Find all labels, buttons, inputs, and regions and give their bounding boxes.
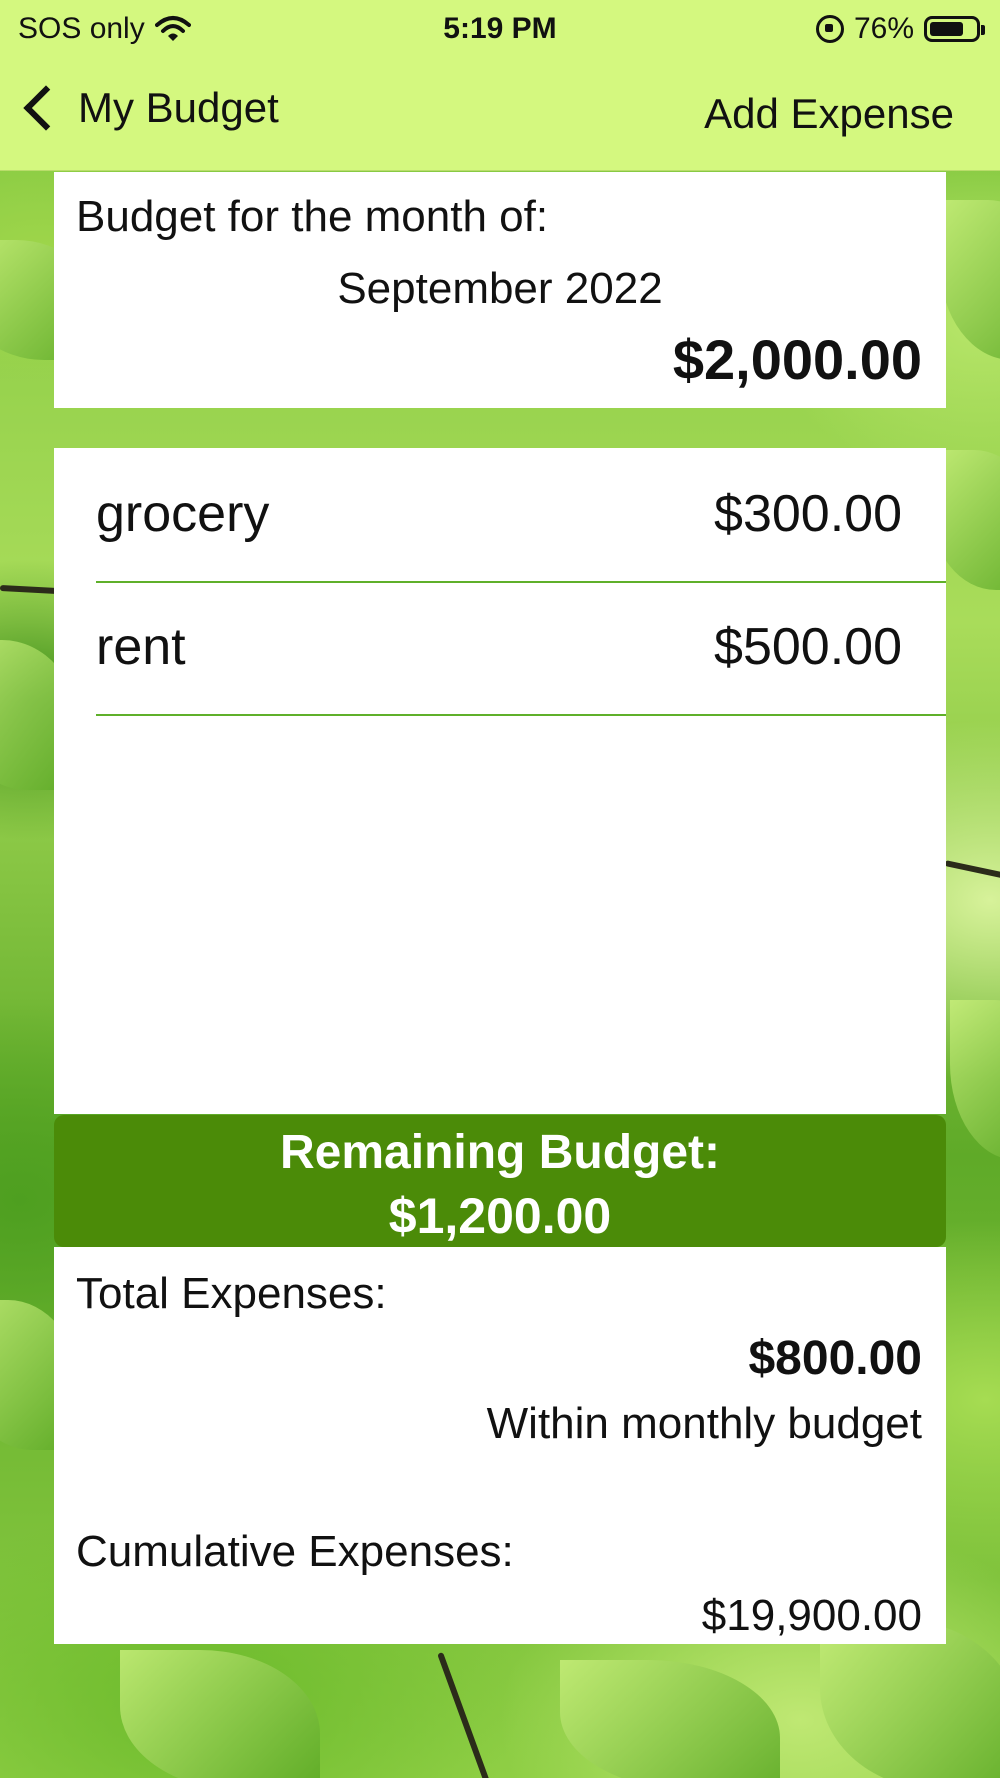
background-leaf xyxy=(950,1000,1000,1160)
expense-list[interactable]: grocery $300.00 rent $500.00 xyxy=(54,448,946,1114)
status-bar: SOS only 5:19 PM 76% xyxy=(0,8,1000,48)
battery-icon xyxy=(924,16,985,42)
budget-month[interactable]: September 2022 xyxy=(54,264,946,314)
expense-amount: $300.00 xyxy=(714,485,902,543)
background-branch xyxy=(944,860,1000,879)
add-expense-button[interactable]: Add Expense xyxy=(704,90,954,138)
navigation-bar: SOS only 5:19 PM 76% My Budget Add Expen… xyxy=(0,0,1000,171)
nav-row: My Budget Add Expense xyxy=(0,80,1000,150)
back-label: My Budget xyxy=(78,84,279,131)
back-button[interactable]: My Budget xyxy=(20,84,279,132)
background-branch xyxy=(0,585,61,595)
cumulative-expenses-label: Cumulative Expenses: xyxy=(76,1527,514,1576)
total-expenses-amount: $800.00 xyxy=(748,1332,922,1385)
summary-card: Total Expenses: $800.00 Within monthly b… xyxy=(54,1247,946,1644)
budget-label: Budget for the month of: xyxy=(76,192,549,241)
background-branch xyxy=(437,1651,498,1778)
expense-name: grocery xyxy=(96,485,270,543)
total-expenses-label: Total Expenses: xyxy=(76,1269,387,1318)
remaining-budget-banner: Remaining Budget: $1,200.00 xyxy=(54,1115,946,1247)
battery-fill xyxy=(930,22,963,36)
battery-percent: 76% xyxy=(853,12,914,45)
remaining-budget-amount: $1,200.00 xyxy=(388,1188,612,1244)
expense-row-grocery[interactable]: grocery $300.00 xyxy=(96,448,946,583)
expense-name: rent xyxy=(96,618,186,676)
background-leaf xyxy=(560,1660,780,1778)
budget-card: Budget for the month of: September 2022 … xyxy=(54,172,946,408)
expense-row-rent[interactable]: rent $500.00 xyxy=(96,581,946,716)
remaining-budget-label: Remaining Budget: xyxy=(280,1126,720,1179)
cumulative-expenses-amount: $19,900.00 xyxy=(701,1591,922,1640)
app-screen: SOS only 5:19 PM 76% My Budget Add Expen… xyxy=(0,0,1000,1778)
background-leaf xyxy=(120,1650,320,1778)
background-leaf xyxy=(940,200,1000,360)
orientation-lock-icon xyxy=(815,15,844,43)
budget-amount[interactable]: $2,000.00 xyxy=(673,327,922,392)
expense-amount: $500.00 xyxy=(714,618,902,676)
budget-status: Within monthly budget xyxy=(486,1399,922,1448)
chevron-left-icon xyxy=(23,85,69,131)
